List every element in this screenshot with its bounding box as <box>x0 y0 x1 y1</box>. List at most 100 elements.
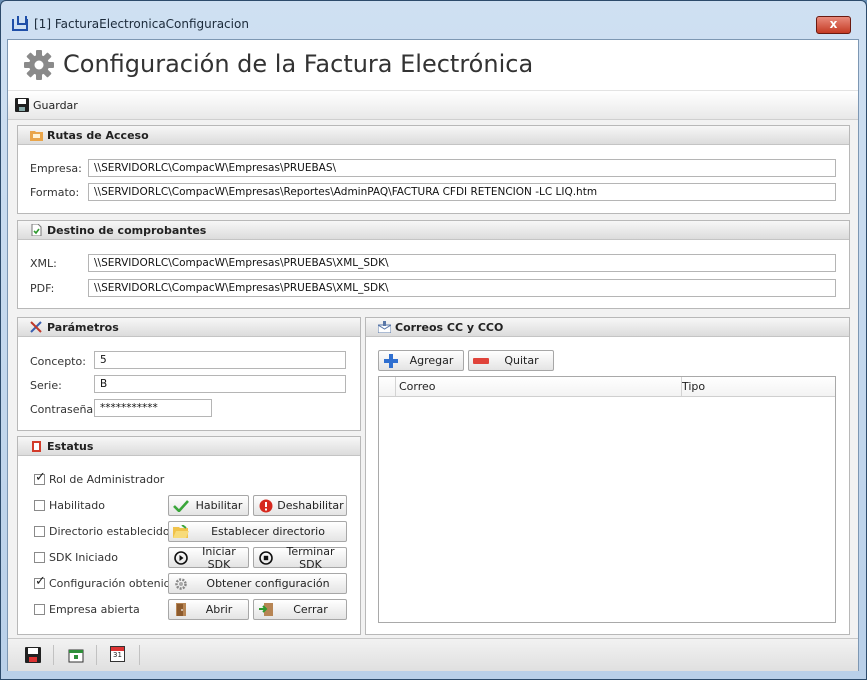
correos-header: Correos CC y CCO <box>366 318 849 337</box>
door-exit-icon <box>257 602 275 618</box>
iniciar-sdk-button[interactable]: Iniciar SDK <box>168 544 249 571</box>
destino-group: Destino de comprobantes XML: \\SERVIDORL… <box>17 220 850 309</box>
pdf-field[interactable]: \\SERVIDORLC\CompacW\Empresas\PRUEBAS\XM… <box>88 279 836 297</box>
empresa-field[interactable]: \\SERVIDORLC\CompacW\Empresas\PRUEBAS\ <box>88 159 836 177</box>
check-icon <box>172 498 190 514</box>
formato-label: Formato: <box>30 186 80 199</box>
empresa-abierta-checkbox[interactable] <box>34 604 45 615</box>
window-title: [1] FacturaElectronicaConfiguracion <box>34 17 249 31</box>
establecer-directorio-button[interactable]: Establecer directorio <box>168 521 347 542</box>
grid-row-indicator-header <box>379 377 396 396</box>
empresa-label: Empresa: <box>30 162 82 175</box>
status-bar: 31 <box>8 638 858 671</box>
calendar-day-icon[interactable]: 31 <box>110 646 125 662</box>
settings-icon <box>172 576 190 592</box>
serie-field[interactable]: B <box>94 375 346 393</box>
habilitar-label: Habilitar <box>195 499 243 512</box>
status-separator <box>139 645 140 665</box>
status-separator <box>53 645 54 665</box>
concepto-label: Concepto: <box>30 355 86 368</box>
obtener-configuracion-label: Obtener configuración <box>206 577 330 590</box>
formato-field[interactable]: \\SERVIDORLC\CompacW\Empresas\Reportes\A… <box>88 183 836 201</box>
terminar-sdk-label: Terminar SDK <box>286 544 335 571</box>
plus-icon <box>382 353 400 369</box>
title-bar[interactable]: [1] FacturaElectronicaConfiguracion x <box>1 1 866 39</box>
grid-header: Correo Tipo <box>379 377 835 397</box>
habilitar-button[interactable]: Habilitar <box>168 495 249 516</box>
parametros-title: Parámetros <box>47 320 119 334</box>
rutas-group: Rutas de Acceso Empresa: \\SERVIDORLC\Co… <box>17 125 850 214</box>
column-header-correo[interactable]: Correo <box>396 377 682 396</box>
xml-label: XML: <box>30 257 57 270</box>
cerrar-label: Cerrar <box>293 603 328 616</box>
minus-icon <box>472 353 490 369</box>
estatus-header: Estatus <box>18 437 360 456</box>
sdk-iniciado-checkbox[interactable] <box>34 552 45 563</box>
door-open-icon <box>172 602 190 618</box>
application-window: [1] FacturaElectronicaConfiguracion x Co… <box>0 0 867 680</box>
calendar-icon[interactable] <box>68 647 84 663</box>
quitar-button[interactable]: Quitar <box>468 350 554 371</box>
warning-icon <box>257 498 275 514</box>
document-check-icon <box>31 224 42 236</box>
correos-title: Correos CC y CCO <box>395 320 504 334</box>
configuracion-checkbox[interactable] <box>34 574 46 589</box>
play-icon <box>172 550 190 566</box>
folder-icon <box>30 131 43 141</box>
calendar-day-number: 31 <box>113 651 122 659</box>
parametros-header: Parámetros <box>18 318 360 337</box>
password-field[interactable]: *********** <box>94 399 212 417</box>
agregar-label: Agregar <box>409 354 454 367</box>
rol-admin-checkbox[interactable] <box>34 470 46 485</box>
correos-grid[interactable]: Correo Tipo <box>378 376 836 623</box>
destino-header: Destino de comprobantes <box>18 221 849 240</box>
page-title: Configuración de la Factura Electrónica <box>63 50 534 78</box>
establecer-directorio-label: Establecer directorio <box>211 525 325 538</box>
page-heading: Configuración de la Factura Electrónica <box>8 40 858 90</box>
rol-admin-label: Rol de Administrador <box>49 473 165 486</box>
directorio-checkbox[interactable] <box>34 526 45 537</box>
directorio-label: Directorio establecido <box>49 525 170 538</box>
rutas-title: Rutas de Acceso <box>47 128 149 142</box>
configuracion-label: Configuración obtenida <box>49 577 178 590</box>
save-button-label: Guardar <box>33 98 78 112</box>
abrir-button[interactable]: Abrir <box>168 599 249 620</box>
column-header-tipo[interactable]: Tipo <box>682 377 705 396</box>
serie-label: Serie: <box>30 379 62 392</box>
correos-group: Correos CC y CCO Agregar Quitar Correo T… <box>365 317 850 635</box>
toolbar: Guardar <box>8 90 858 120</box>
estatus-title: Estatus <box>47 439 94 453</box>
sdk-iniciado-label: SDK Iniciado <box>49 551 118 564</box>
password-label: Contraseña: <box>30 403 97 416</box>
concepto-field[interactable]: 5 <box>94 351 346 369</box>
client-area: Configuración de la Factura Electrónica … <box>7 39 859 671</box>
quitar-label: Quitar <box>504 354 539 367</box>
agregar-button[interactable]: Agregar <box>378 350 464 371</box>
pdf-label: PDF: <box>30 282 55 295</box>
tools-icon <box>30 321 42 333</box>
gear-icon <box>24 50 54 80</box>
parametros-group: Parámetros Concepto: 5 Serie: B Contrase… <box>17 317 361 431</box>
deshabilitar-label: Deshabilitar <box>277 499 344 512</box>
destino-title: Destino de comprobantes <box>47 223 207 237</box>
xml-field[interactable]: \\SERVIDORLC\CompacW\Empresas\PRUEBAS\XM… <box>88 254 836 272</box>
cerrar-button[interactable]: Cerrar <box>253 599 347 620</box>
stop-icon <box>257 550 275 566</box>
habilitado-checkbox[interactable] <box>34 500 45 511</box>
clipboard-icon <box>32 441 41 452</box>
mail-icon <box>378 321 391 333</box>
save-icon <box>15 98 29 112</box>
save-icon[interactable] <box>25 647 41 663</box>
iniciar-sdk-label: Iniciar SDK <box>202 544 236 571</box>
close-button[interactable]: x <box>816 16 851 34</box>
status-separator <box>96 645 97 665</box>
deshabilitar-button[interactable]: Deshabilitar <box>253 495 347 516</box>
obtener-configuracion-button[interactable]: Obtener configuración <box>168 573 347 594</box>
app-icon <box>12 16 28 31</box>
abrir-label: Abrir <box>205 603 233 616</box>
save-button[interactable]: Guardar <box>15 95 78 115</box>
folder-open-icon <box>172 524 190 540</box>
terminar-sdk-button[interactable]: Terminar SDK <box>253 544 347 571</box>
estatus-group: Estatus Rol de Administrador Habilitado … <box>17 436 361 635</box>
rutas-header: Rutas de Acceso <box>18 126 849 145</box>
